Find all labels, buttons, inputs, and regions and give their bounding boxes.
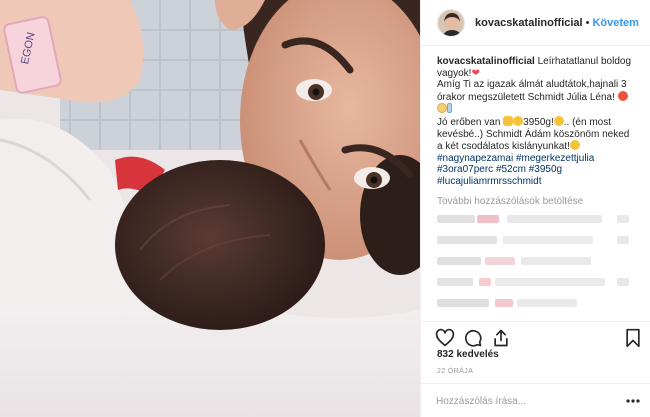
avatar[interactable] xyxy=(437,8,465,37)
post-side-panel: kovacskatalinofficial • Követem kovacskata… xyxy=(420,0,650,417)
sweat-smile-emoji-icon xyxy=(553,115,564,126)
blurred-comment xyxy=(437,211,637,228)
header-username[interactable]: kovacskatalinofficial xyxy=(475,17,583,29)
more-icon[interactable] xyxy=(625,394,641,408)
hashtag-link[interactable]: #nagynapezamai xyxy=(437,153,513,164)
comments-area: kovacskatalinofficial Leírhatatlanul bol… xyxy=(421,46,650,321)
header-separator: • xyxy=(585,16,590,29)
blurred-comment xyxy=(437,232,637,249)
comment-icon[interactable] xyxy=(463,328,483,348)
comment-input[interactable] xyxy=(436,392,606,410)
caption: kovacskatalinofficial Leírhatatlanul bol… xyxy=(437,56,637,188)
load-more-comments-button[interactable]: További hozzászólások betöltése xyxy=(437,196,637,207)
heart-emoji-icon: ❤ xyxy=(471,67,480,79)
hashtag-link[interactable]: #lucajuliamrmrsschmidt xyxy=(437,176,541,187)
hashtag-link[interactable]: #megerkezettjulia xyxy=(516,153,594,164)
post-photo-illustration: EGON xyxy=(0,0,420,417)
post-header: kovacskatalinofficial • Követem xyxy=(421,0,650,46)
hashtag-link[interactable]: #3950g xyxy=(529,164,562,175)
heart-icon[interactable] xyxy=(435,328,455,348)
bottle-emoji-icon xyxy=(447,103,452,114)
header-text: kovacskatalinofficial • Követem xyxy=(475,16,639,30)
bookmark-icon[interactable] xyxy=(623,328,643,348)
flexed-arm-emoji-icon xyxy=(503,115,514,126)
blurred-comment xyxy=(437,274,637,291)
smile-emoji-icon xyxy=(513,115,524,126)
baby-emoji-icon xyxy=(437,103,447,114)
caption-line-3: Jó erőben van xyxy=(437,116,501,128)
share-icon[interactable] xyxy=(491,328,511,348)
post-timestamp[interactable]: 22 ÓRÁJA xyxy=(437,368,473,375)
action-bar xyxy=(421,321,650,351)
follow-button[interactable]: Követem xyxy=(592,17,638,29)
comment-composer xyxy=(421,383,650,417)
hashtag-link[interactable]: #52cm xyxy=(496,164,526,175)
caption-line-3b: 3950g! xyxy=(523,116,554,128)
kiss-emoji-icon xyxy=(569,140,580,151)
caption-line-2: Amíg Ti az igazak álmát aludtátok,hajnal… xyxy=(437,79,627,103)
caption-username[interactable]: kovacskatalinofficial xyxy=(437,56,535,67)
blurred-comment xyxy=(437,295,637,312)
heart-eyes-emoji-icon xyxy=(617,90,628,101)
blurred-comment xyxy=(437,253,637,270)
likes-count[interactable]: 832 kedvelés xyxy=(437,349,499,360)
post-photo[interactable]: EGON xyxy=(0,0,420,417)
hashtag-link[interactable]: #3ora07perc xyxy=(437,164,493,175)
